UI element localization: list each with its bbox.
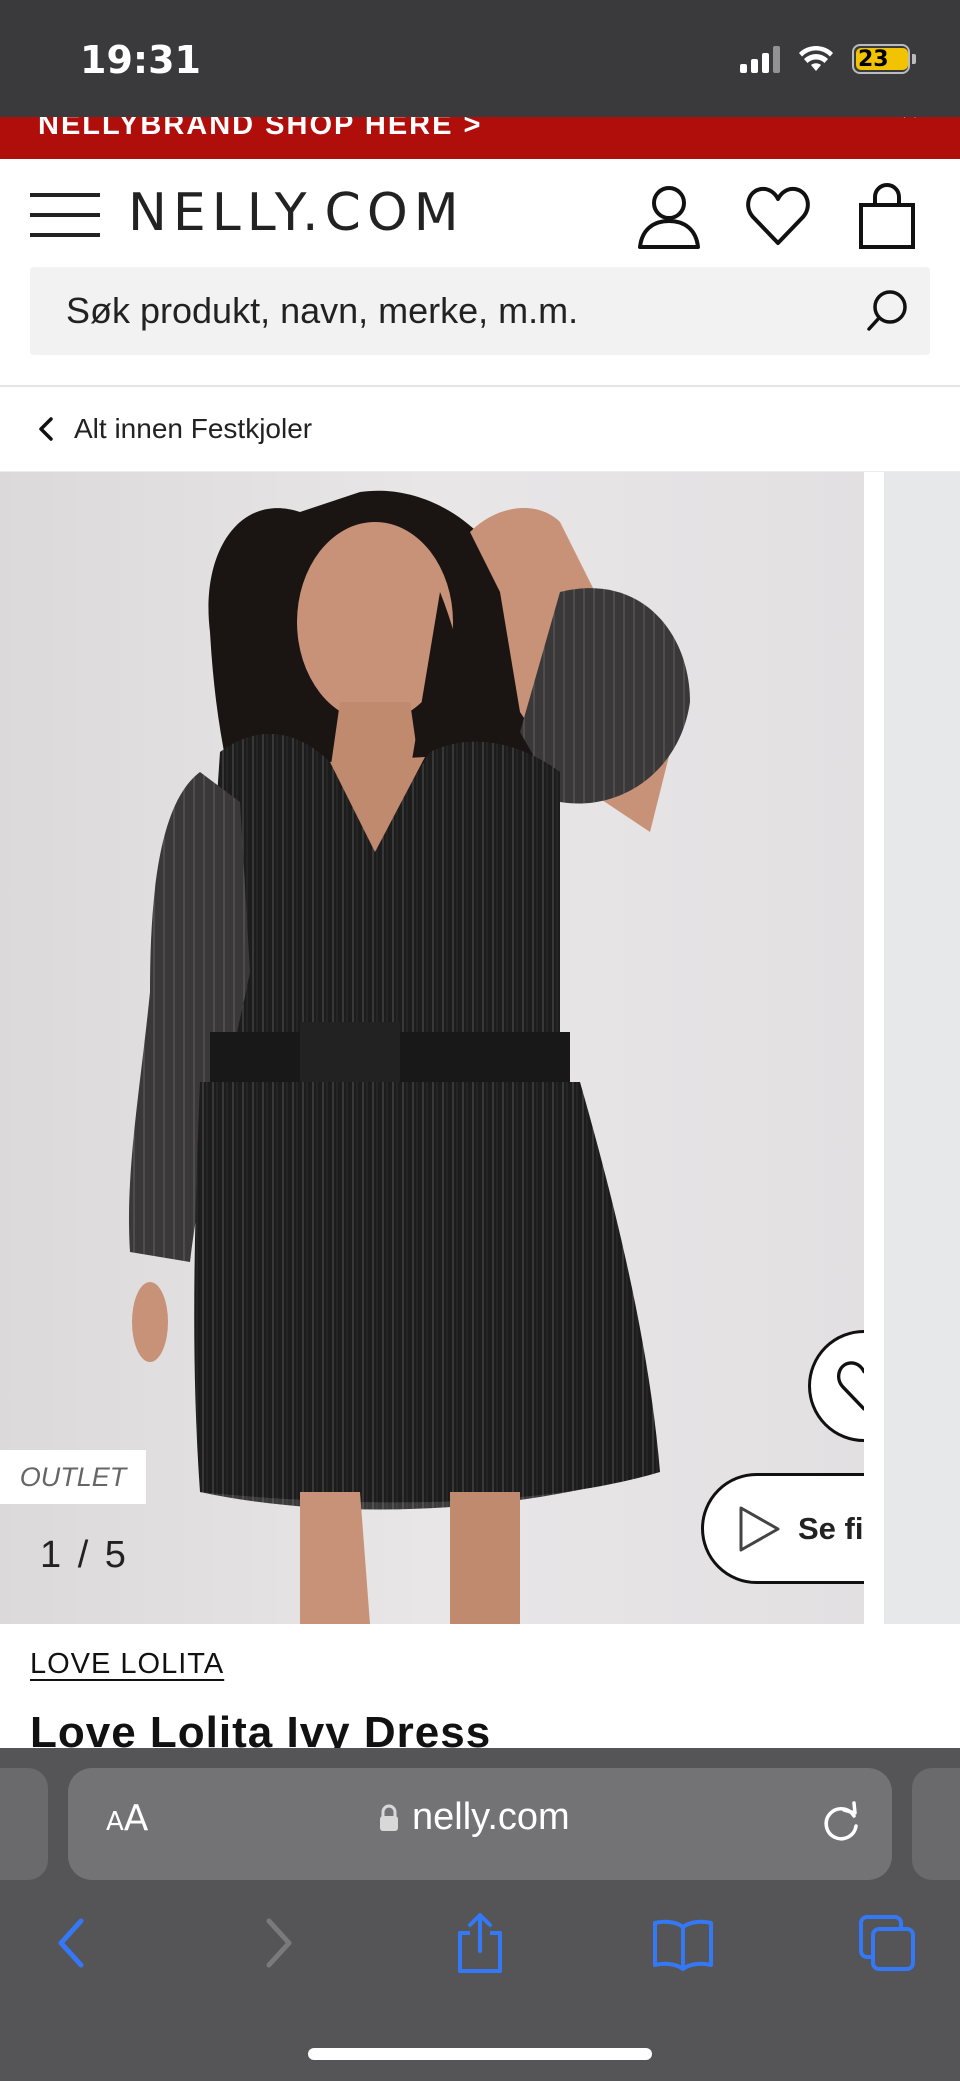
- promo-banner[interactable]: NELLYBRAND SHOP HERE > ⌃: [0, 117, 960, 159]
- chevron-left-icon[interactable]: [36, 416, 56, 442]
- image-counter: 1 / 5: [40, 1534, 129, 1576]
- battery-icon: 23: [852, 44, 916, 74]
- heart-icon[interactable]: [834, 1358, 864, 1414]
- tabs-icon[interactable]: [857, 1913, 917, 1973]
- share-button[interactable]: [445, 1910, 515, 1976]
- promo-banner-text[interactable]: NELLYBRAND SHOP HERE >: [38, 117, 482, 142]
- home-indicator[interactable]: [308, 2048, 652, 2060]
- cellular-signal-icon: [740, 45, 780, 73]
- share-icon[interactable]: [452, 1911, 508, 1975]
- play-video-label[interactable]: Se film: [798, 1511, 864, 1547]
- previous-tab[interactable]: [0, 1768, 48, 1880]
- status-bar: 19:31 23: [0, 0, 960, 117]
- browser-toolbar: AA nelly.com: [0, 1748, 960, 2081]
- wifi-icon: [799, 45, 833, 71]
- url-text[interactable]: nelly.com: [412, 1796, 570, 1839]
- brand-link[interactable]: LOVE LOLITA: [30, 1648, 224, 1681]
- product-info: LOVE LOLITA Love Lolita Ivy Dress: [0, 1624, 960, 1748]
- chevron-icon[interactable]: ⌃: [896, 117, 925, 143]
- next-product-image[interactable]: [884, 472, 960, 1624]
- battery-percentage: 23: [858, 46, 889, 72]
- search-input[interactable]: [66, 267, 846, 355]
- outlet-badge: OUTLET: [0, 1450, 146, 1504]
- bookmarks-icon[interactable]: [651, 1915, 715, 1971]
- bookmarks-button[interactable]: [648, 1910, 718, 1976]
- status-icons: 23: [740, 44, 916, 74]
- heart-icon[interactable]: [743, 181, 813, 251]
- breadcrumb[interactable]: Alt innen Festkjoler: [0, 387, 960, 472]
- forward-icon[interactable]: [261, 1915, 297, 1971]
- back-icon[interactable]: [53, 1915, 89, 1971]
- shopping-bag-icon[interactable]: [852, 181, 922, 251]
- tabs-button[interactable]: [852, 1910, 922, 1976]
- product-gallery[interactable]: OUTLET 1 / 5 Se film: [0, 472, 960, 1624]
- search-icon[interactable]: [862, 285, 914, 337]
- text-size-button[interactable]: AA: [106, 1798, 148, 1839]
- search-bar: [30, 267, 930, 355]
- forward-button[interactable]: [244, 1910, 314, 1976]
- hamburger-menu-icon[interactable]: [30, 187, 100, 243]
- back-button[interactable]: [36, 1910, 106, 1976]
- play-video-button[interactable]: Se film: [701, 1473, 864, 1584]
- product-title: Love Lolita Ivy Dress: [30, 1708, 492, 1748]
- url-field[interactable]: nelly.com: [378, 1796, 570, 1839]
- lock-icon: [380, 1804, 398, 1831]
- site-header: NELLY.COM: [0, 159, 960, 387]
- site-logo[interactable]: NELLY.COM: [128, 183, 465, 243]
- status-time: 19:31: [80, 38, 201, 82]
- product-image[interactable]: OUTLET 1 / 5 Se film: [0, 472, 864, 1624]
- user-icon[interactable]: [634, 181, 704, 251]
- breadcrumb-label[interactable]: Alt innen Festkjoler: [74, 413, 312, 445]
- reload-icon[interactable]: [818, 1800, 864, 1846]
- address-bar[interactable]: AA nelly.com: [68, 1768, 892, 1880]
- next-tab[interactable]: [912, 1768, 960, 1880]
- play-icon: [739, 1506, 780, 1551]
